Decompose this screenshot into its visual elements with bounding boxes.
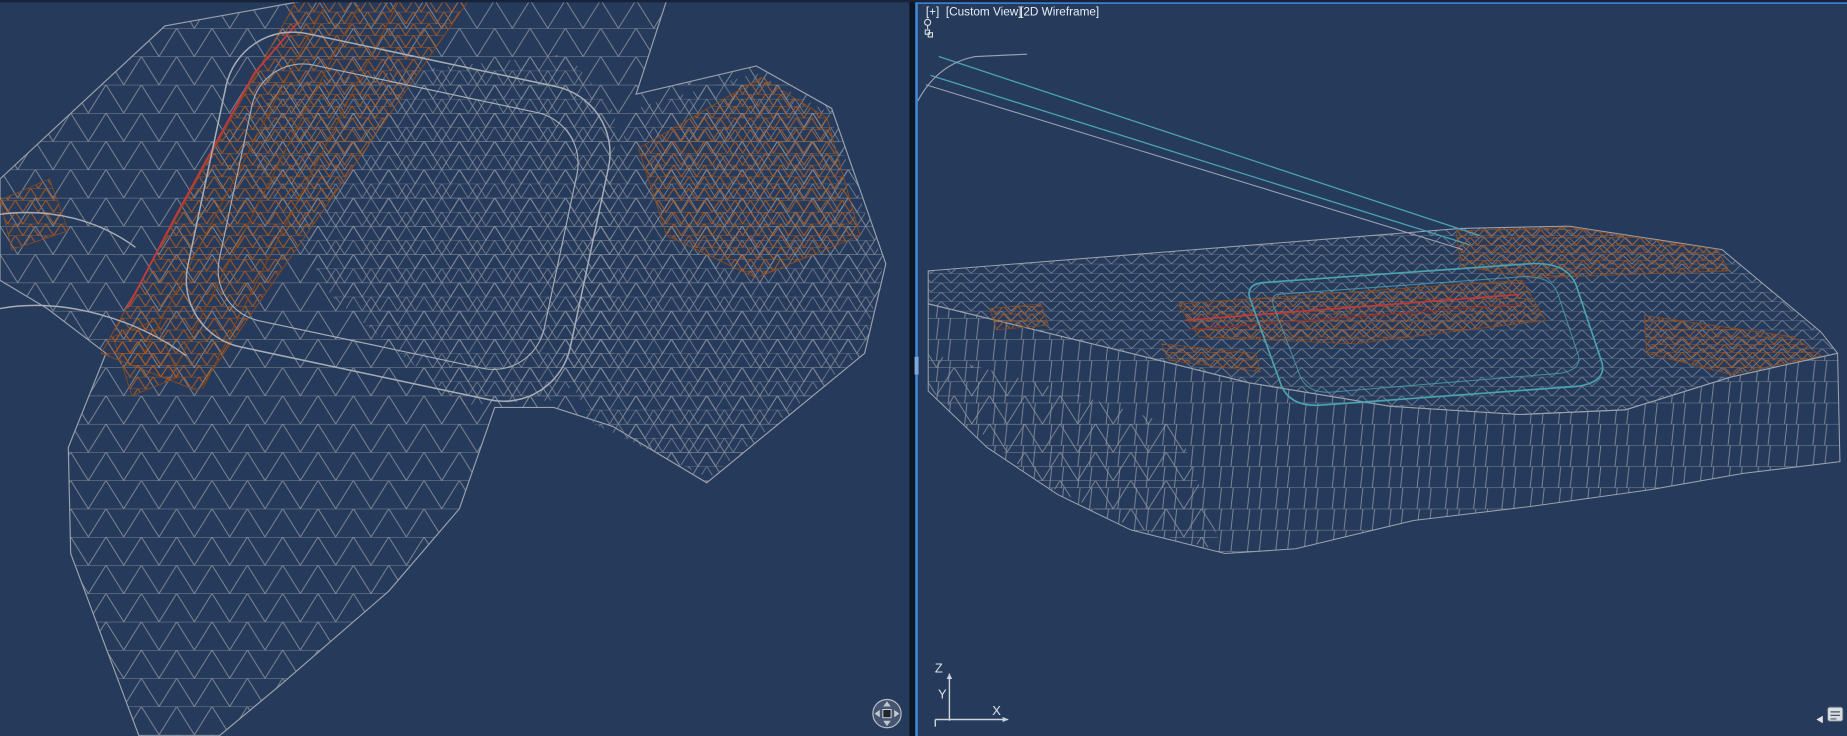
ucs-x-label: X bbox=[992, 703, 1001, 718]
ucs-y-label: Y bbox=[938, 686, 947, 701]
ucs-z-label: Z bbox=[935, 660, 943, 675]
divider-handle[interactable] bbox=[915, 357, 919, 375]
active-viewport-top-border bbox=[918, 2, 1847, 4]
viewport-label: [+] [Custom View] [2D Wireframe] bbox=[926, 5, 1099, 18]
navigation-wheel-icon[interactable] bbox=[873, 699, 901, 727]
viewport-divider[interactable] bbox=[909, 0, 918, 736]
viewport-view-control[interactable]: [Custom View] bbox=[946, 5, 1022, 18]
status-tray-icon[interactable] bbox=[1828, 707, 1843, 721]
drawing-area: [+] [Custom View] [2D Wireframe] Z Y X bbox=[0, 0, 1847, 736]
viewport-plus-control[interactable]: [+] bbox=[926, 5, 939, 18]
top-window-edge bbox=[0, 0, 1847, 2]
viewport-visual-style-control[interactable]: [2D Wireframe] bbox=[1020, 5, 1099, 18]
